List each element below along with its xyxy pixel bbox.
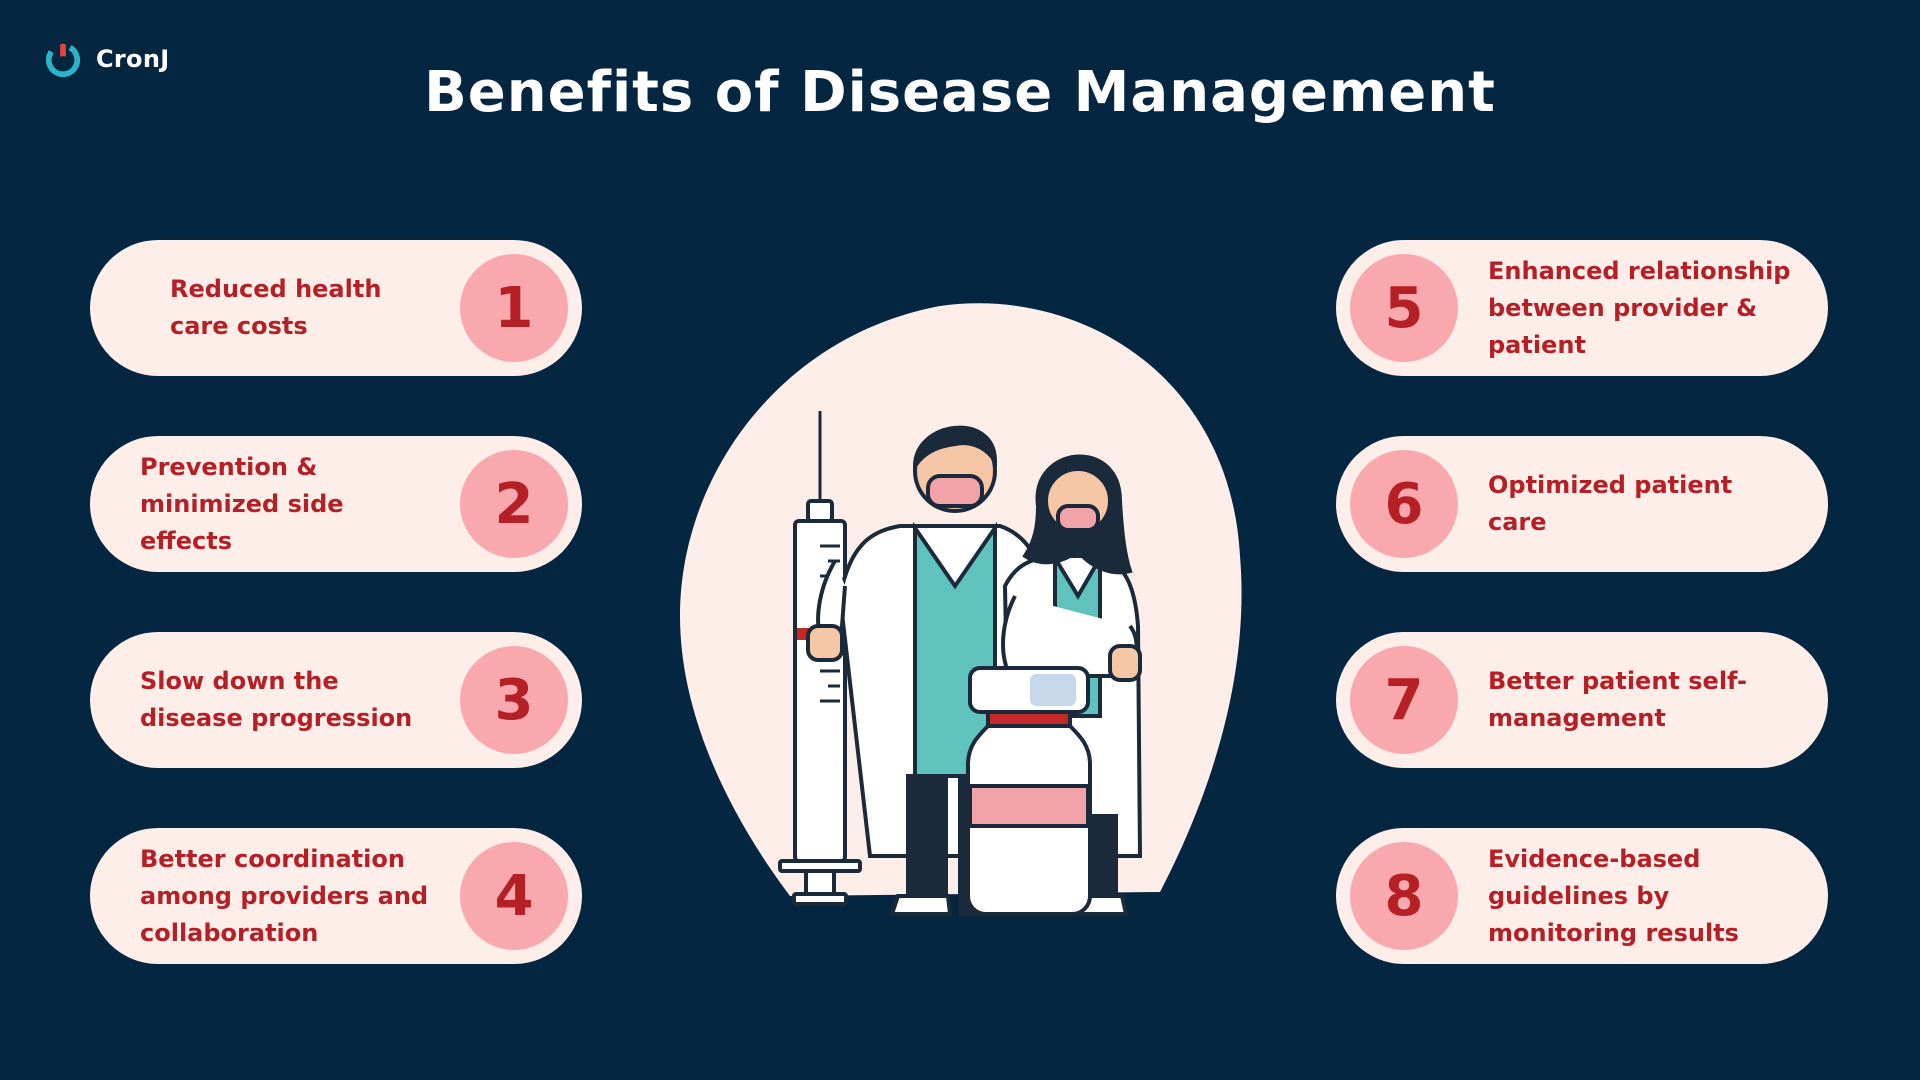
- benefit-card-2: Prevention & minimized side effects 2: [90, 436, 582, 572]
- benefit-number-badge: 7: [1350, 646, 1458, 754]
- benefit-label: Evidence-based guidelines by monitoring …: [1488, 844, 1739, 947]
- benefit-number-badge: 5: [1350, 254, 1458, 362]
- benefit-label: Reduced health care costs: [170, 275, 382, 340]
- benefit-card-8: 8 Evidence-based guidelines by monitorin…: [1336, 828, 1828, 964]
- benefit-label: Prevention & minimized side effects: [140, 452, 344, 555]
- benefit-number-badge: 6: [1350, 450, 1458, 558]
- benefit-card-6: 6 Optimized patient care: [1336, 436, 1828, 572]
- doctors-with-syringe-and-vial-illustration: [680, 303, 1242, 916]
- page-title: Benefits of Disease Management: [424, 60, 1496, 125]
- benefit-label: Optimized patient care: [1488, 471, 1733, 536]
- benefit-label: Slow down the disease progression: [140, 667, 413, 732]
- benefit-card-7: 7 Better patient self-management: [1336, 632, 1828, 768]
- benefit-label: Better coordination among providers and …: [140, 844, 429, 947]
- benefit-card-4: Better coordination among providers and …: [90, 828, 582, 964]
- benefit-number-badge: 2: [460, 450, 568, 558]
- benefit-number-badge: 8: [1350, 842, 1458, 950]
- benefit-card-3: Slow down the disease progression 3: [90, 632, 582, 768]
- benefit-number-badge: 3: [460, 646, 568, 754]
- benefit-card-5: 5 Enhanced relationship between provider…: [1336, 240, 1828, 376]
- benefit-label: Better patient self-management: [1488, 667, 1748, 732]
- benefit-label: Enhanced relationship between provider &…: [1488, 256, 1791, 359]
- benefit-number-badge: 4: [460, 842, 568, 950]
- benefit-card-1: Reduced health care costs 1: [90, 240, 582, 376]
- benefit-number-badge: 1: [460, 254, 568, 362]
- medicine-vial-icon: [966, 666, 1092, 916]
